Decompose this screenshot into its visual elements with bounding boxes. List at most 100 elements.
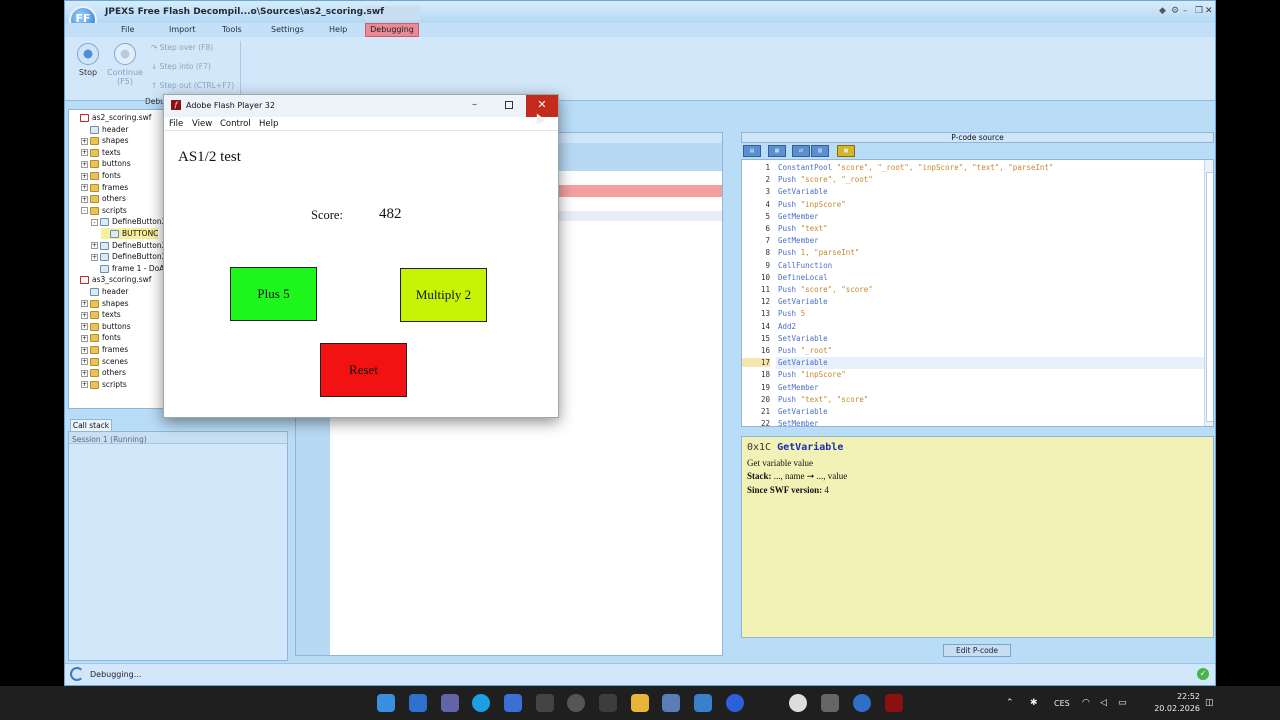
- pcode-line[interactable]: GetVariable: [778, 187, 832, 196]
- chevron-up-icon[interactable]: ⌃: [1006, 698, 1014, 708]
- expand-toggle-icon[interactable]: +: [81, 358, 88, 366]
- pcode-line[interactable]: Push "inpScore": [778, 200, 846, 209]
- tree-item[interactable]: + texts: [81, 309, 121, 320]
- tree-item[interactable]: + scripts: [81, 379, 127, 390]
- flash-maximize-button[interactable]: [505, 101, 513, 109]
- score-value[interactable]: 482: [379, 206, 402, 223]
- minimize-button[interactable]: –: [1183, 6, 1188, 16]
- edge-icon[interactable]: [472, 694, 490, 712]
- tree-item[interactable]: header: [81, 286, 128, 297]
- expand-toggle-icon[interactable]: +: [81, 172, 88, 180]
- pcode-scrollbar[interactable]: [1204, 160, 1213, 426]
- expand-toggle-icon[interactable]: +: [81, 149, 88, 157]
- pcode-line[interactable]: CallFunction: [778, 261, 837, 270]
- tree-item[interactable]: + texts: [81, 147, 121, 158]
- plus-5-button[interactable]: Plus 5: [230, 267, 317, 321]
- app-icon-1[interactable]: [409, 694, 427, 712]
- tree-item[interactable]: + buttons: [81, 158, 131, 169]
- deobfuscate-icon[interactable]: ▦: [768, 145, 786, 157]
- pcode-line[interactable]: Add2: [778, 322, 801, 331]
- tree-item[interactable]: + shapes: [81, 298, 129, 309]
- hex-dump-icon[interactable]: ▥: [811, 145, 829, 157]
- expand-toggle-icon[interactable]: +: [81, 369, 88, 377]
- expand-toggle-icon[interactable]: +: [81, 334, 88, 342]
- app-icon-4[interactable]: [726, 694, 744, 712]
- pcode-line[interactable]: Push "_root": [778, 346, 832, 355]
- tree-item[interactable]: + shapes: [81, 135, 129, 146]
- expand-toggle-icon[interactable]: +: [81, 195, 88, 203]
- tree-item[interactable]: - DefineButton2 (: [91, 216, 172, 227]
- tree-item[interactable]: frame 1 - DoAc: [91, 263, 168, 274]
- tree-item[interactable]: + others: [81, 367, 126, 378]
- ffdec-icon[interactable]: [853, 694, 871, 712]
- save-icon[interactable]: [504, 694, 522, 712]
- pcode-line[interactable]: Push "inpScore": [778, 370, 846, 379]
- expand-toggle-icon[interactable]: +: [91, 242, 98, 250]
- pcode-line[interactable]: GetVariable: [778, 297, 832, 306]
- language-indicator[interactable]: CES: [1054, 699, 1070, 708]
- expand-toggle-icon[interactable]: +: [81, 311, 88, 319]
- pcode-line[interactable]: Push "score", "score": [778, 285, 873, 294]
- menu-tools[interactable]: Tools: [222, 25, 242, 34]
- check-icon[interactable]: ✓: [1197, 668, 1209, 680]
- expand-toggle-icon[interactable]: +: [81, 323, 88, 331]
- flash-minimize-button[interactable]: –: [472, 99, 477, 110]
- app-icon-3[interactable]: [599, 694, 617, 712]
- flash-menu-help[interactable]: Help: [259, 119, 278, 129]
- expand-toggle-icon[interactable]: +: [91, 253, 98, 261]
- expand-toggle-icon[interactable]: +: [81, 137, 88, 145]
- multiply-2-button[interactable]: Multiply 2: [400, 268, 487, 322]
- edit-pcode-button[interactable]: Edit P-code: [943, 644, 1011, 657]
- menu-file[interactable]: File: [121, 25, 134, 34]
- pcode-line[interactable]: SetVariable: [778, 334, 832, 343]
- clock-date[interactable]: 20.02.2026: [1141, 704, 1200, 713]
- gear-icon[interactable]: ⚙: [1171, 6, 1179, 16]
- tree-item[interactable]: header: [81, 124, 128, 135]
- folder-icon[interactable]: [631, 694, 649, 712]
- expand-toggle-icon[interactable]: -: [81, 207, 88, 215]
- notepad-icon[interactable]: [694, 694, 712, 712]
- menu-settings[interactable]: Settings: [271, 25, 304, 34]
- stop-button[interactable]: Stop: [73, 43, 103, 77]
- expand-toggle-icon[interactable]: +: [81, 160, 88, 168]
- step-into-button[interactable]: ↓ Step into (F7): [151, 62, 211, 71]
- flash-menu-control[interactable]: Control: [220, 119, 251, 129]
- flash-menu-view[interactable]: View: [192, 119, 212, 129]
- pcode-line[interactable]: Push "text": [778, 224, 828, 233]
- teams-icon[interactable]: [441, 694, 459, 712]
- expand-toggle-icon[interactable]: +: [81, 346, 88, 354]
- wifi-icon[interactable]: ◠: [1082, 698, 1090, 708]
- tab-call-stack[interactable]: Call stack: [70, 419, 112, 431]
- tray-app-icon[interactable]: ✱: [1030, 698, 1038, 708]
- tree-item[interactable]: + DefineButton2 (: [91, 251, 172, 262]
- pcode-line[interactable]: Push 1, "parseInt": [778, 248, 859, 257]
- calculator-icon[interactable]: [662, 694, 680, 712]
- tree-item[interactable]: + others: [81, 193, 126, 204]
- pcode-line[interactable]: GetVariable: [778, 358, 832, 367]
- continue-button[interactable]: Continue (F5): [107, 43, 143, 86]
- flash-menu-file[interactable]: File: [169, 119, 183, 129]
- graph-icon[interactable]: ▤: [743, 145, 761, 157]
- menu-debugging[interactable]: Debugging: [365, 23, 419, 37]
- tree-item[interactable]: BUTTONC: [101, 228, 159, 239]
- settings-icon[interactable]: ◆: [1159, 6, 1166, 16]
- reset-button[interactable]: Reset: [320, 343, 407, 397]
- step-out-button[interactable]: ↑ Step out (CTRL+F7): [151, 81, 234, 90]
- clock-time[interactable]: 22:52: [1160, 692, 1200, 701]
- app-icon-6[interactable]: [821, 694, 839, 712]
- pcode-line[interactable]: GetMember: [778, 212, 823, 221]
- pcode-line[interactable]: GetVariable: [778, 407, 832, 416]
- menu-import[interactable]: Import: [169, 25, 196, 34]
- pcode-line[interactable]: Push 5: [778, 309, 805, 318]
- tree-item[interactable]: - scripts: [81, 205, 127, 216]
- restore-button[interactable]: ❐: [1195, 6, 1203, 16]
- tree-item[interactable]: as3_scoring.swf: [71, 274, 151, 285]
- app-icon-2[interactable]: [536, 694, 554, 712]
- tree-item[interactable]: + fonts: [81, 332, 121, 343]
- start-icon[interactable]: [377, 694, 395, 712]
- scroll-thumb[interactable]: [1206, 172, 1213, 422]
- step-over-button[interactable]: ↷ Step over (F8): [151, 43, 213, 52]
- pcode-line[interactable]: DefineLocal: [778, 273, 832, 282]
- tree-item[interactable]: + frames: [81, 182, 128, 193]
- tree-item[interactable]: + fonts: [81, 170, 121, 181]
